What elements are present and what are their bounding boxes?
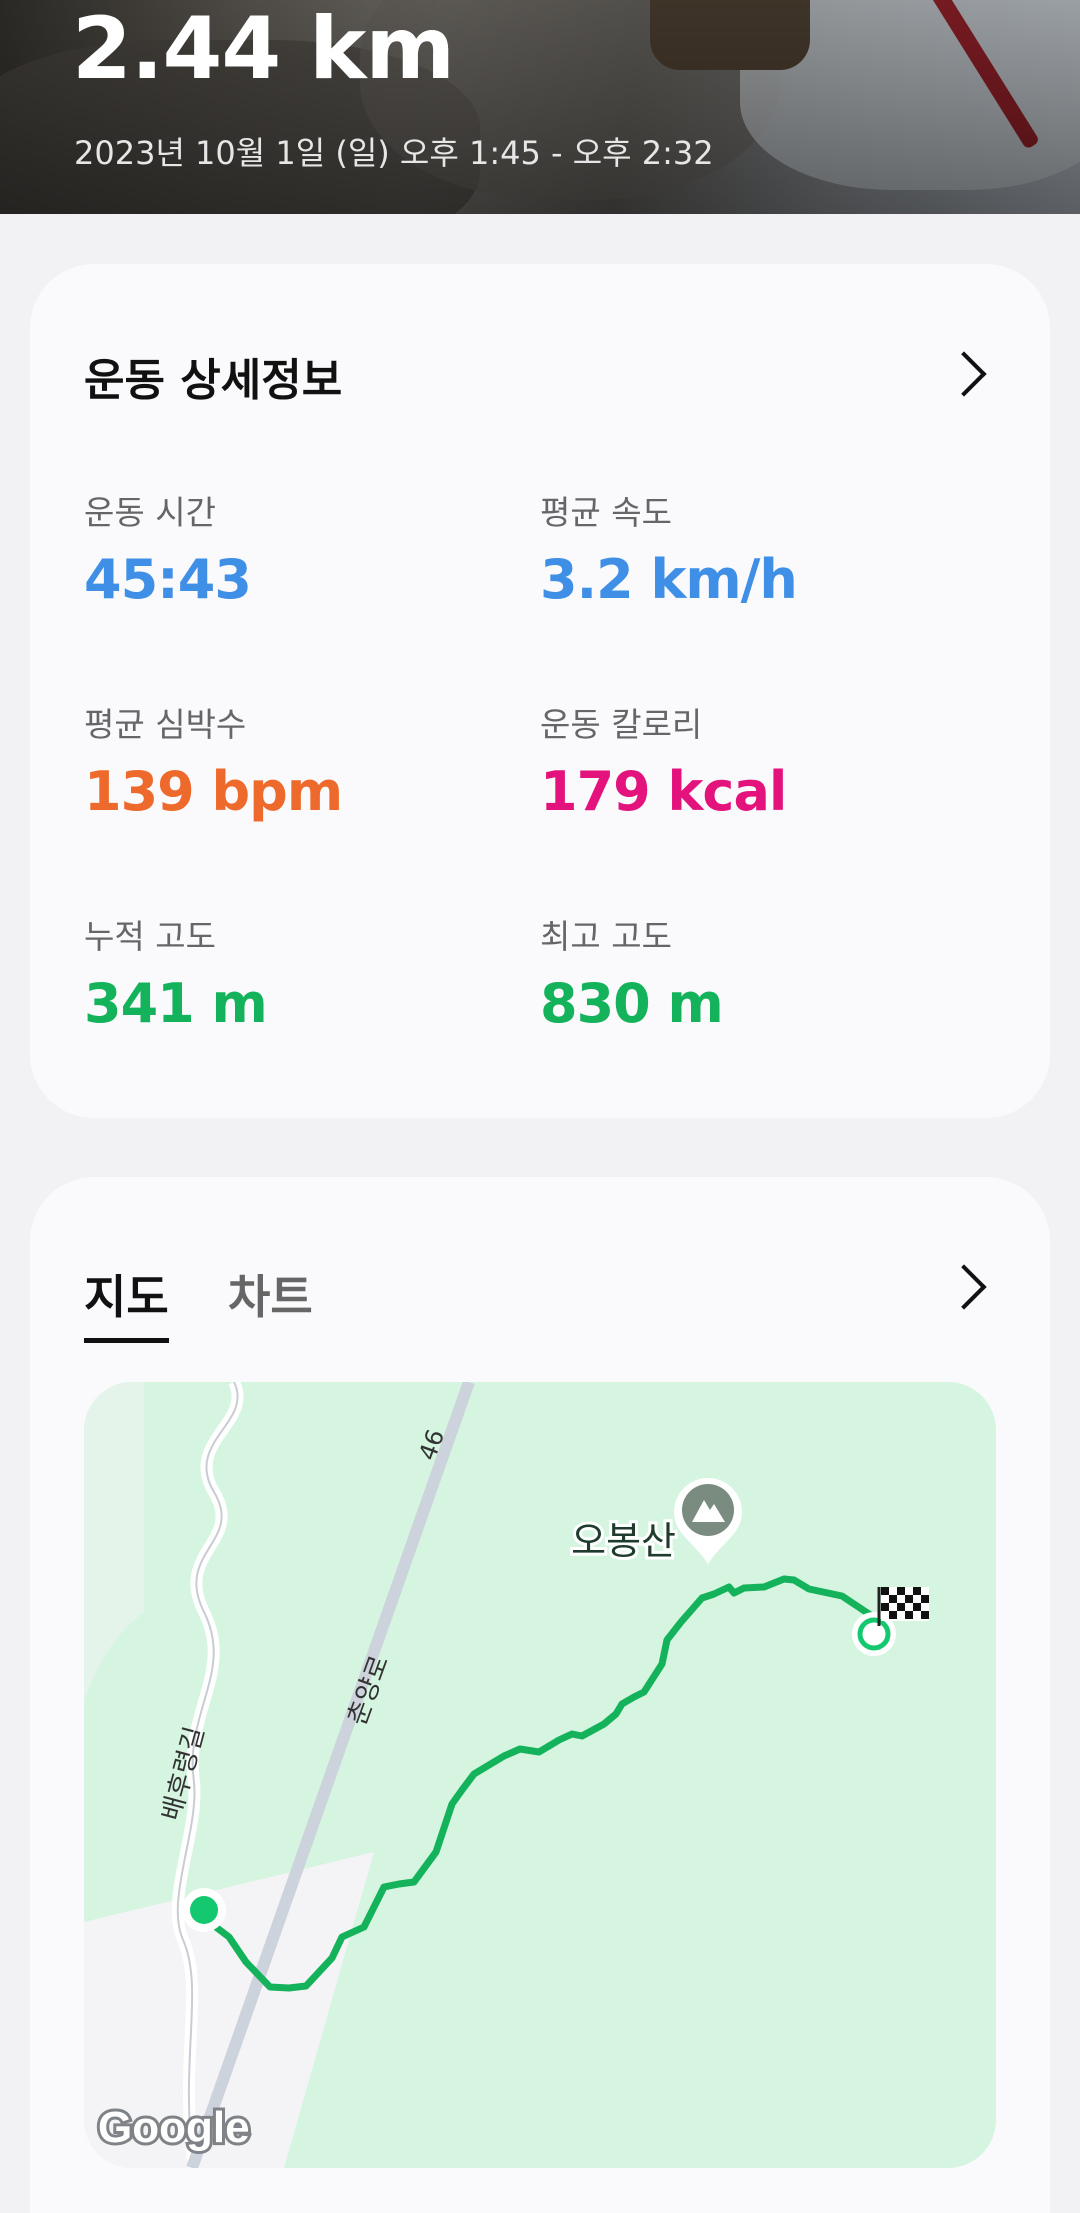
workout-datetime: 2023년 10월 1일 (일) 오후 1:45 - 오후 2:32	[74, 134, 714, 172]
stat-label: 최고 고도	[540, 917, 672, 956]
finish-flag-icon	[877, 1587, 929, 1626]
map-canvas: 46 춘양로 배후령길 오봉산 Google	[84, 1382, 929, 2168]
tab-map[interactable]: 지도	[84, 1261, 169, 1343]
tab-chart[interactable]: 차트	[228, 1261, 313, 1327]
stat-elevation-gain: 누적 고도 341 m	[84, 910, 504, 1035]
stat-value: 3.2 km/h	[540, 548, 798, 611]
stat-label: 평균 속도	[540, 493, 672, 532]
route-card: 지도 차트 46 춘양로 배후령길 오봉산 Google	[30, 1177, 1050, 2213]
map-attribution: Google	[98, 2103, 250, 2152]
card-title: 운동 상세정보	[84, 355, 343, 406]
stat-label: 운동 시간	[84, 493, 216, 532]
stat-calories: 운동 칼로리 179 kcal	[540, 698, 960, 823]
stat-value: 830 m	[540, 972, 724, 1035]
workout-details-card[interactable]: 운동 상세정보 운동 시간 45:43 평균 속도 3.2 km/h 평균 심박…	[30, 264, 1050, 1118]
mountain-icon[interactable]	[674, 1478, 742, 1564]
map-street-name: 배후령길	[157, 1724, 211, 1824]
stat-label: 평균 심박수	[84, 705, 247, 744]
map-highway	[186, 1382, 475, 2168]
chevron-right-icon[interactable]	[941, 1264, 987, 1310]
stat-label: 운동 칼로리	[540, 705, 703, 744]
stat-average-heart-rate: 평균 심박수 139 bpm	[84, 698, 504, 823]
stat-value: 139 bpm	[84, 760, 343, 823]
peak-name: 오봉산	[571, 1519, 676, 1563]
stat-value: 179 kcal	[540, 760, 787, 823]
hero-header: 2.44 km 2023년 10월 1일 (일) 오후 1:45 - 오후 2:…	[0, 0, 1080, 214]
stat-value: 45:43	[84, 548, 252, 611]
stat-average-speed: 평균 속도 3.2 km/h	[540, 486, 960, 611]
map-road-name: 춘양로	[342, 1652, 395, 1730]
chevron-right-icon[interactable]	[941, 351, 987, 397]
stat-workout-time: 운동 시간 45:43	[84, 486, 504, 611]
route-map[interactable]: 46 춘양로 배후령길 오봉산 Google	[84, 1382, 996, 2168]
stat-label: 누적 고도	[84, 917, 216, 956]
map-area	[84, 1382, 144, 1702]
start-marker-dot	[190, 1896, 218, 1924]
workout-distance: 2.44 km	[72, 0, 455, 99]
stat-max-altitude: 최고 고도 830 m	[540, 910, 960, 1035]
stat-value: 341 m	[84, 972, 268, 1035]
